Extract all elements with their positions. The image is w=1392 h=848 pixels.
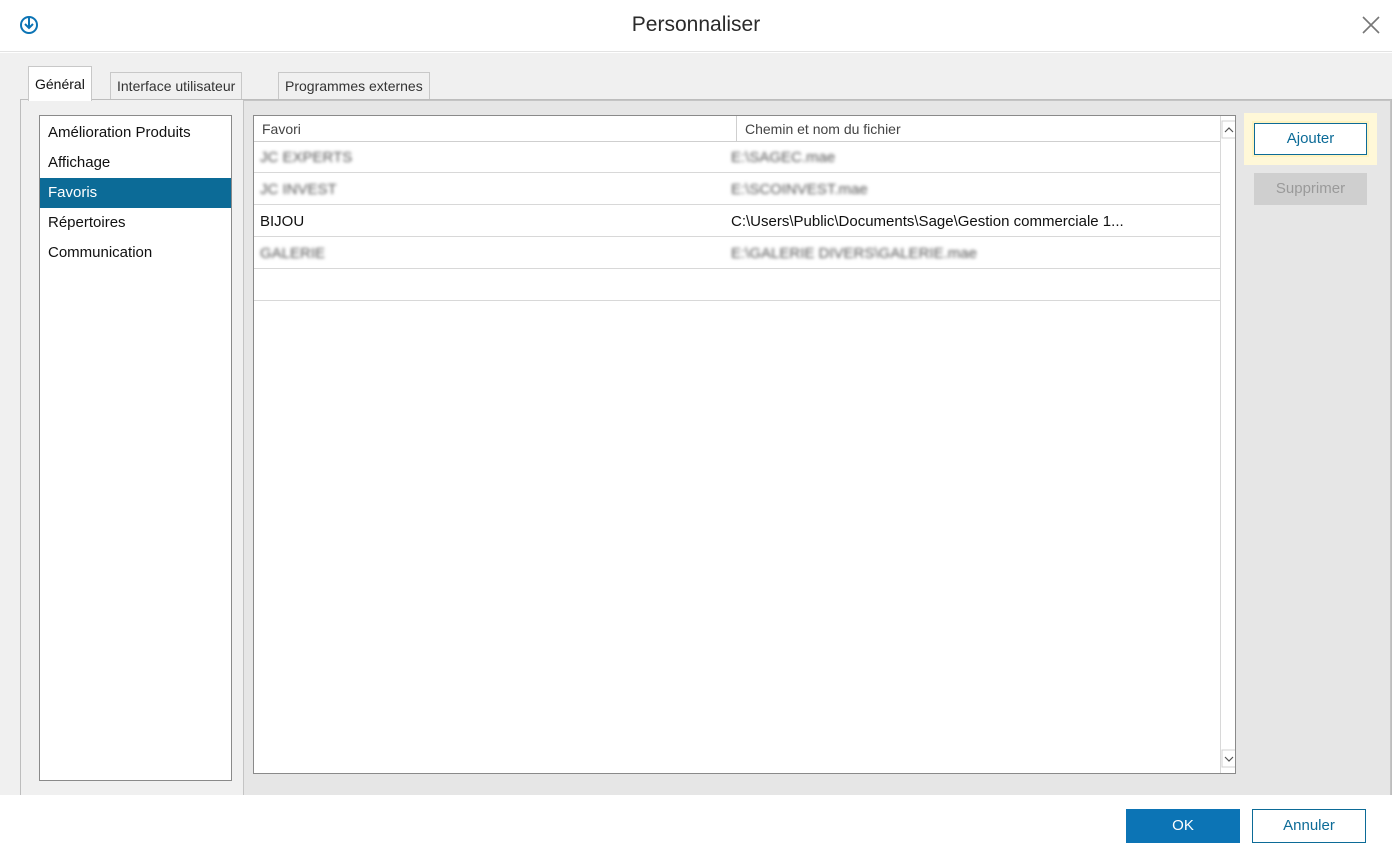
favoris-pane: Favori Chemin et nom du fichier JC EXPER…: [243, 100, 1391, 820]
tab-content-frame: Amélioration Produits Affichage Favoris …: [20, 99, 1392, 839]
sidebar-item-amelioration-produits[interactable]: Amélioration Produits: [40, 118, 231, 148]
tab-programmes-externes[interactable]: Programmes externes: [278, 72, 430, 100]
column-header-chemin[interactable]: Chemin et nom du fichier: [737, 116, 1220, 142]
favori-cell: GALERIE: [260, 245, 326, 262]
chevron-up-icon[interactable]: [1221, 120, 1235, 140]
title-bar: Personnaliser: [0, 0, 1392, 52]
close-icon[interactable]: [1360, 14, 1382, 36]
favori-cell: JC INVEST: [260, 181, 337, 198]
table-row[interactable]: JC INVEST E:\SCOINVEST.mae: [254, 174, 1220, 205]
chemin-cell: E:\GALERIE DIVERS\GALERIE.mae: [731, 245, 977, 262]
window-title: Personnaliser: [631, 13, 761, 36]
cancel-button[interactable]: Annuler: [1252, 809, 1366, 843]
column-header-favori[interactable]: Favori: [254, 116, 737, 142]
tab-general[interactable]: Général: [28, 66, 92, 101]
chemin-cell: E:\SCOINVEST.mae: [731, 181, 868, 198]
sidebar-item-affichage[interactable]: Affichage: [40, 148, 231, 178]
table-row[interactable]: JC EXPERTS E:\SAGEC.mae: [254, 142, 1220, 173]
vertical-scrollbar[interactable]: [1220, 116, 1235, 773]
table-row[interactable]: GALERIE E:\GALERIE DIVERS\GALERIE.mae: [254, 238, 1220, 269]
add-button[interactable]: Ajouter: [1254, 123, 1367, 155]
tab-interface-utilisateur[interactable]: Interface utilisateur: [110, 72, 243, 100]
ok-button[interactable]: OK: [1126, 809, 1240, 843]
delete-button: Supprimer: [1254, 173, 1367, 205]
table-row[interactable]: BIJOU C:\Users\Public\Documents\Sage\Ges…: [254, 206, 1220, 237]
dialog-footer: OK Annuler: [0, 795, 1392, 848]
sidebar-item-favoris[interactable]: Favoris: [40, 178, 231, 208]
chevron-down-icon[interactable]: [1221, 749, 1235, 769]
table-row-empty[interactable]: [254, 270, 1220, 301]
favori-cell: JC EXPERTS: [260, 149, 353, 166]
sidebar-item-communication[interactable]: Communication: [40, 238, 231, 268]
dialog-body: Général Interface utilisateur Programmes…: [0, 53, 1392, 839]
chemin-cell: C:\Users\Public\Documents\Sage\Gestion c…: [731, 213, 1124, 230]
favorites-grid: Favori Chemin et nom du fichier JC EXPER…: [253, 115, 1236, 774]
sidebar-item-repertoires[interactable]: Répertoires: [40, 208, 231, 238]
chemin-cell: E:\SAGEC.mae: [731, 149, 836, 166]
favori-cell: BIJOU: [260, 213, 305, 230]
category-list: Amélioration Produits Affichage Favoris …: [39, 115, 232, 781]
